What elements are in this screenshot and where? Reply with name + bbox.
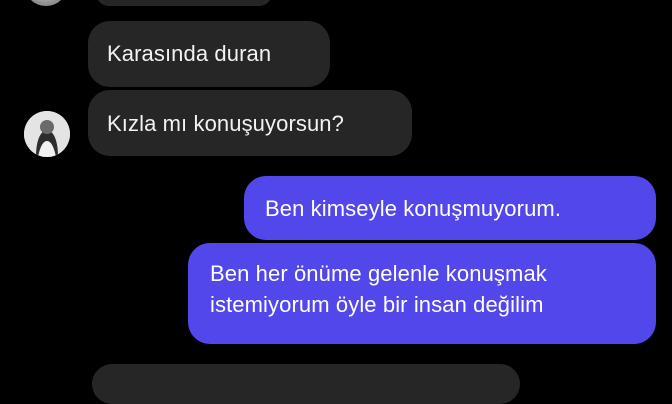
incoming-message-text: Kızla mı konuşuyorsun? [107,111,344,136]
outgoing-message-line: istemiyorum öyle bir insan değilim [210,292,544,317]
previous-avatar-cutoff [24,0,68,6]
outgoing-message-line: Ben her önüme gelenle konuşmak [210,261,547,286]
incoming-message-text: Karasında duran [107,41,272,66]
outgoing-message-bubble[interactable]: Ben kimseyle konuşmuyorum. [244,176,656,240]
contact-avatar-photo-icon [24,111,70,157]
incoming-message-bubble[interactable]: Kızla mı konuşuyorsun? [88,90,412,156]
outgoing-message-text: Ben kimseyle konuşmuyorum. [265,196,562,221]
message-thread: Karasında duran Kızla mı konuşuyorsun? B… [0,0,672,404]
incoming-message-bubble[interactable]: Karasında duran [88,21,330,87]
contact-avatar[interactable] [24,111,70,157]
outgoing-message-bubble[interactable]: Ben her önüme gelenle konuşmak istemiyor… [188,243,656,344]
previous-message-bubble-cutoff[interactable] [96,0,272,6]
next-message-bubble-cutoff[interactable] [92,364,520,404]
